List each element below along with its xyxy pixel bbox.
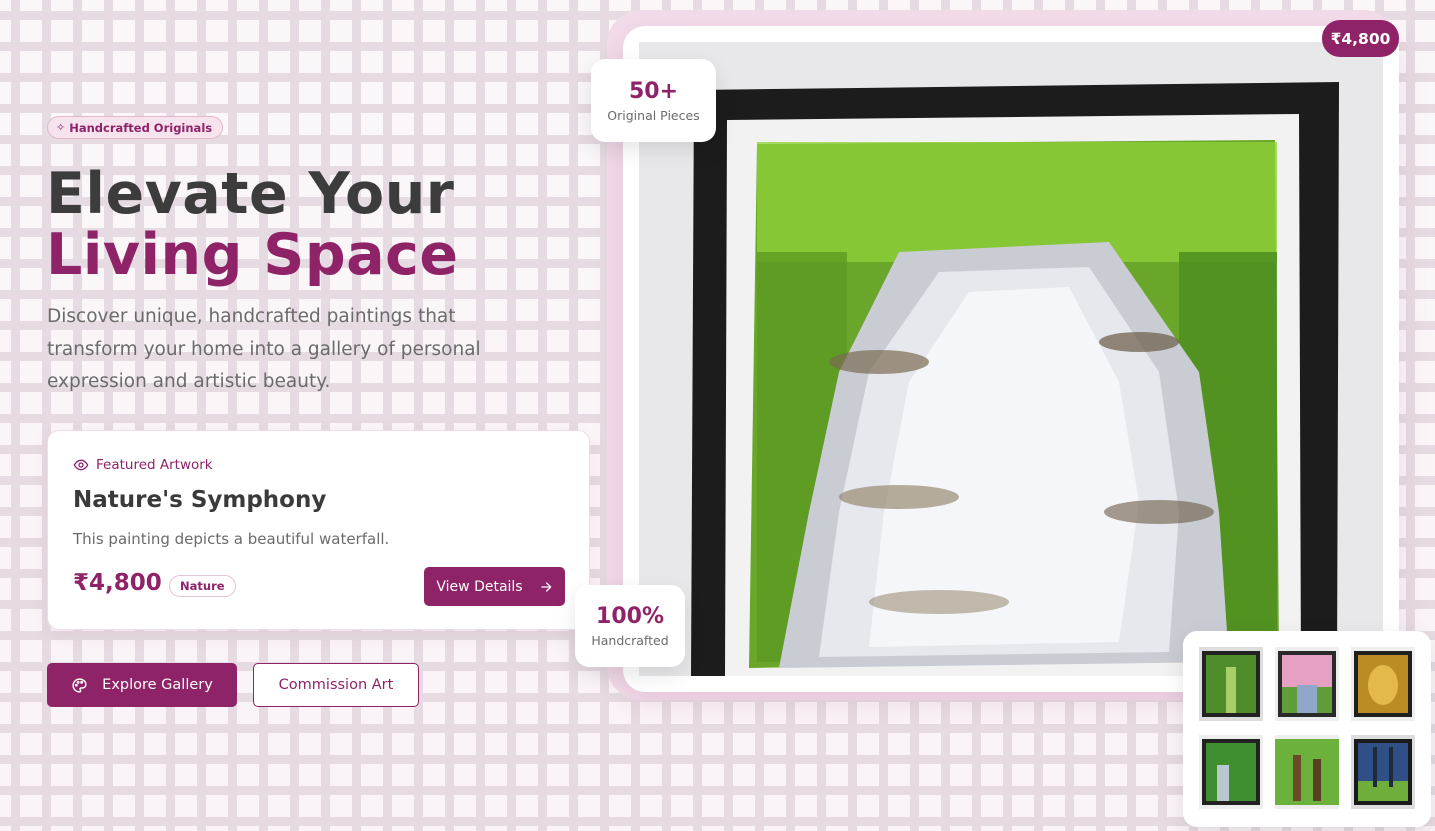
thumbnail-tree-trunks[interactable] bbox=[1275, 735, 1339, 809]
thumbnail-river-forest[interactable] bbox=[1199, 735, 1263, 809]
sparkle-icon: ✧ bbox=[56, 121, 66, 134]
stat-original-pieces: 50+ Original Pieces bbox=[591, 59, 716, 142]
featured-description: This painting depicts a beautiful waterf… bbox=[73, 530, 390, 548]
featured-painting-image[interactable] bbox=[639, 42, 1383, 676]
stat-handcrafted-value: 100% bbox=[596, 604, 664, 629]
thumbnail-blue-forest[interactable] bbox=[1351, 735, 1415, 809]
featured-label-text: Featured Artwork bbox=[96, 457, 213, 473]
view-details-label: View Details bbox=[436, 578, 523, 595]
category-tag[interactable]: Nature bbox=[169, 575, 236, 597]
explore-gallery-button[interactable]: Explore Gallery bbox=[47, 663, 237, 707]
handcrafted-badge: ✧ Handcrafted Originals bbox=[47, 116, 224, 139]
hero-subtitle: Discover unique, handcrafted paintings t… bbox=[47, 306, 481, 392]
thumbnail-grid bbox=[1183, 631, 1431, 827]
featured-title: Nature's Symphony bbox=[73, 487, 327, 513]
commission-art-label: Commission Art bbox=[278, 677, 394, 693]
thumbnail-buddha-portrait[interactable] bbox=[1351, 647, 1415, 721]
hero-title-line2: Living Space bbox=[46, 222, 459, 288]
hero-title: Elevate Your Living Space bbox=[46, 164, 459, 286]
featured-price: ₹4,800 bbox=[73, 570, 162, 596]
hero-title-line1: Elevate Your bbox=[46, 161, 455, 227]
stat-original-pieces-value: 50+ bbox=[628, 78, 679, 104]
stat-original-pieces-label: Original Pieces bbox=[607, 107, 700, 123]
eye-icon bbox=[73, 459, 89, 471]
stat-handcrafted: 100% Handcrafted bbox=[575, 585, 685, 667]
featured-artwork-card: Featured Artwork Nature's Symphony This … bbox=[47, 430, 590, 630]
view-details-button[interactable]: View Details bbox=[424, 567, 565, 606]
featured-label: Featured Artwork bbox=[73, 457, 213, 473]
showcase-price-badge: ₹4,800 bbox=[1322, 20, 1399, 57]
palette-icon bbox=[72, 677, 87, 693]
stat-handcrafted-label: Handcrafted bbox=[591, 633, 669, 648]
arrow-right-icon bbox=[540, 581, 551, 592]
commission-art-button[interactable]: Commission Art bbox=[253, 663, 419, 707]
badge-label: Handcrafted Originals bbox=[69, 120, 213, 135]
thumbnail-forest-path[interactable] bbox=[1199, 647, 1263, 721]
thumbnail-blossom-path[interactable] bbox=[1275, 647, 1339, 721]
explore-gallery-label: Explore Gallery bbox=[102, 677, 213, 693]
